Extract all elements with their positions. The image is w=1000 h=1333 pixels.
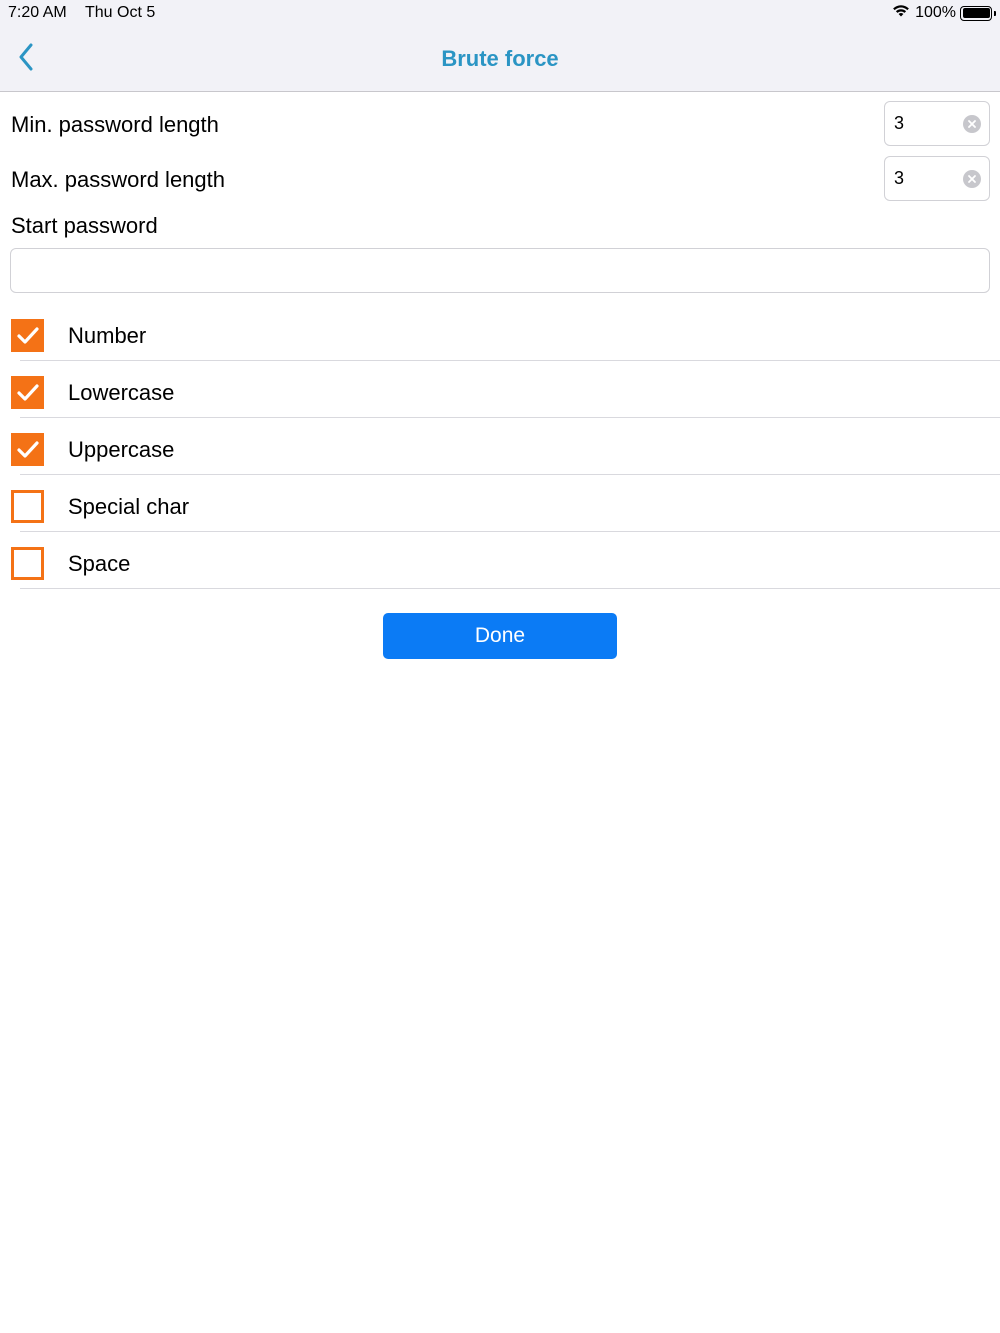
option-number[interactable]: Number — [0, 304, 1000, 361]
start-password-field — [10, 248, 990, 293]
done-button[interactable]: Done — [383, 613, 617, 659]
option-label: Number — [68, 323, 147, 348]
wifi-icon — [891, 3, 911, 23]
start-password-input[interactable] — [11, 249, 989, 292]
battery-icon — [960, 5, 996, 21]
status-bar: 7:20 AM Thu Oct 5 100% — [0, 0, 1000, 26]
option-label: Space — [68, 551, 131, 576]
checkmark-icon — [16, 383, 39, 401]
special-char-checkbox[interactable] — [11, 490, 44, 523]
option-special-char[interactable]: Special char — [0, 475, 1000, 532]
min-length-label: Min. password length — [11, 112, 219, 137]
option-label: Uppercase — [68, 437, 175, 462]
clear-max-length-icon[interactable] — [963, 170, 981, 188]
min-length-input[interactable] — [885, 102, 965, 145]
checkmark-icon — [16, 440, 39, 458]
checkmark-icon — [16, 326, 39, 344]
option-uppercase[interactable]: Uppercase — [0, 418, 1000, 475]
max-length-label: Max. password length — [11, 167, 225, 192]
option-label: Special char — [68, 494, 190, 519]
max-length-field — [884, 156, 990, 201]
battery-percentage: 100% — [915, 4, 956, 21]
status-date: Thu Oct 5 — [85, 4, 156, 21]
clear-min-length-icon[interactable] — [963, 115, 981, 133]
navigation-header: 7:20 AM Thu Oct 5 100% Brute force — [0, 0, 1000, 92]
divider — [20, 588, 1000, 589]
number-checkbox[interactable] — [11, 319, 44, 352]
max-length-input[interactable] — [885, 157, 965, 200]
min-length-field — [884, 101, 990, 146]
option-label: Lowercase — [68, 380, 175, 405]
uppercase-checkbox[interactable] — [11, 433, 44, 466]
status-time: 7:20 AM — [8, 4, 67, 21]
page-title: Brute force — [441, 46, 559, 71]
space-checkbox[interactable] — [11, 547, 44, 580]
option-space[interactable]: Space — [0, 532, 1000, 589]
option-lowercase[interactable]: Lowercase — [0, 361, 1000, 418]
status-indicators: 100% — [891, 3, 996, 23]
lowercase-checkbox[interactable] — [11, 376, 44, 409]
start-password-label: Start password — [11, 213, 158, 238]
